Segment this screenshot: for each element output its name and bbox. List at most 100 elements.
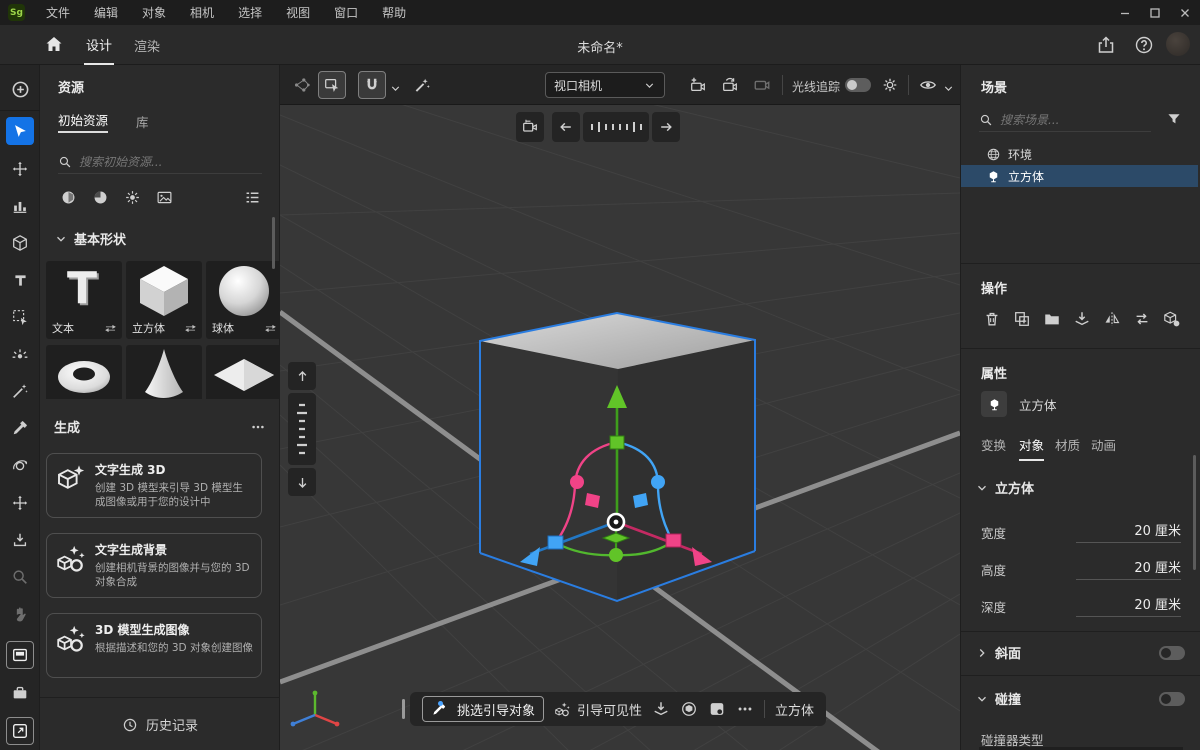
dolly-slider[interactable] xyxy=(288,393,316,465)
assets-search-input[interactable] xyxy=(79,155,229,169)
history-button[interactable]: 历史记录 xyxy=(40,715,280,734)
gizmo-rotate-handle-left[interactable] xyxy=(570,475,584,489)
shape-cube[interactable]: 立方体 xyxy=(126,261,202,339)
help-button[interactable] xyxy=(1134,34,1154,55)
card-text-to-background[interactable]: 文字生成背景 创建相机背景的图像并与您的 3D 对象合成 xyxy=(46,533,262,598)
camera-settings-button[interactable] xyxy=(748,71,776,99)
group-folder-icon[interactable] xyxy=(1043,310,1061,328)
snap-toggle[interactable] xyxy=(358,71,386,99)
menu-window[interactable]: 窗口 xyxy=(322,0,370,25)
scene-item-cube[interactable]: 立方体 xyxy=(961,165,1198,187)
drop-to-ground-icon[interactable] xyxy=(1073,310,1091,328)
scene-search-input[interactable] xyxy=(1000,113,1130,127)
property-object-chip[interactable]: 立方体 xyxy=(981,391,1057,417)
tab-transform[interactable]: 变换 xyxy=(981,435,1006,459)
eyedropper-tool[interactable] xyxy=(6,414,34,442)
shape-variant-icon[interactable] xyxy=(104,322,117,335)
viewport-canvas[interactable] xyxy=(280,105,960,750)
guide-visibility-button[interactable]: 引导可见性 xyxy=(554,700,642,719)
light-tool[interactable] xyxy=(6,340,34,368)
view-options-chevron[interactable] xyxy=(942,78,955,97)
render-preview-button[interactable] xyxy=(6,641,34,669)
section-cube[interactable]: 立方体 xyxy=(975,478,1034,497)
bottom-bar-handle[interactable] xyxy=(402,699,405,719)
gizmo-rotate-handle-bottom[interactable] xyxy=(609,548,623,562)
gizmo-y-scale-handle[interactable] xyxy=(610,436,624,449)
shape-text[interactable]: TT 文本 xyxy=(46,261,122,339)
pick-guide-object-button[interactable]: 挑选引导对象 xyxy=(422,696,544,722)
depth-field[interactable]: 20 厘米 xyxy=(1076,594,1181,617)
scene-item-environment[interactable]: 环境 xyxy=(961,143,1198,165)
maximize-button[interactable] xyxy=(1140,0,1170,25)
shape-torus[interactable] xyxy=(46,345,122,399)
duplicate-icon[interactable] xyxy=(1013,310,1031,328)
section-bevel[interactable]: 斜面 xyxy=(975,643,1185,662)
tab-render[interactable]: 渲染 xyxy=(132,25,162,65)
image-card-icon[interactable] xyxy=(708,700,726,718)
add-asset-button[interactable] xyxy=(6,75,34,103)
dolly-camera-tool[interactable] xyxy=(6,526,34,554)
add-camera-button[interactable] xyxy=(684,71,712,99)
view-options-eye-icon[interactable] xyxy=(914,71,942,99)
node-graph-icon[interactable] xyxy=(288,71,316,99)
height-field[interactable]: 20 厘米 xyxy=(1076,557,1181,580)
next-camera-button[interactable] xyxy=(652,112,680,142)
scene-filter-icon[interactable] xyxy=(1166,111,1182,127)
camera-dolly-ruler[interactable] xyxy=(583,112,649,142)
list-view-icon[interactable] xyxy=(244,189,261,206)
snap-options-chevron[interactable] xyxy=(389,78,402,97)
zoom-tool[interactable] xyxy=(6,563,34,591)
properties-scrollbar[interactable] xyxy=(1193,455,1196,570)
text-tool[interactable] xyxy=(6,266,34,294)
collision-toggle[interactable] xyxy=(1159,692,1185,706)
bevel-toggle[interactable] xyxy=(1159,646,1185,660)
dolly-down-button[interactable] xyxy=(288,468,316,496)
orbit-camera-tool[interactable] xyxy=(6,452,34,480)
shape-variant-icon[interactable] xyxy=(264,322,277,335)
mirror-icon[interactable] xyxy=(1103,310,1121,328)
environment-cube-icon[interactable] xyxy=(680,700,698,718)
marquee-select-tool[interactable] xyxy=(6,303,34,331)
filter-materials-icon[interactable] xyxy=(92,189,109,206)
viewport[interactable]: 视口相机 光线追踪 挑选引导对象 引导可见性 xyxy=(280,65,960,750)
menu-view[interactable]: 视图 xyxy=(274,0,322,25)
tab-starter-assets[interactable]: 初始资源 xyxy=(58,109,108,133)
hand-tool[interactable] xyxy=(6,600,34,628)
card-3d-to-image[interactable]: 3D 模型生成图像 根据描述和您的 3D 对象创建图像 xyxy=(46,613,262,678)
more-options-icon[interactable] xyxy=(736,700,754,718)
menu-edit[interactable]: 编辑 xyxy=(82,0,130,25)
section-basic-shapes[interactable]: 基本形状 xyxy=(54,229,126,248)
width-field[interactable]: 20 厘米 xyxy=(1076,520,1181,543)
select-tool[interactable] xyxy=(6,117,34,145)
shape-variant-icon[interactable] xyxy=(184,322,197,335)
section-collision[interactable]: 碰撞 xyxy=(975,689,1185,708)
export-button[interactable] xyxy=(6,717,34,745)
viewport-camera-select[interactable]: 视口相机 xyxy=(545,72,665,98)
emitter-tool-icon[interactable] xyxy=(408,71,436,99)
primitive-tool[interactable] xyxy=(6,229,34,257)
dolly-up-button[interactable] xyxy=(288,362,316,390)
menu-select[interactable]: 选择 xyxy=(226,0,274,25)
switch-camera-button[interactable] xyxy=(716,71,744,99)
card-text-to-3d[interactable]: 文字生成 3D 创建 3D 模型来引导 3D 模型生成图像或用于您的设计中 xyxy=(46,453,262,518)
filter-models-icon[interactable] xyxy=(60,189,77,206)
magic-wand-tool[interactable] xyxy=(6,377,34,405)
replace-icon[interactable] xyxy=(1133,310,1151,328)
delete-icon[interactable] xyxy=(983,310,1001,328)
generate-more-icon[interactable] xyxy=(250,419,266,435)
close-button[interactable] xyxy=(1170,0,1200,25)
tab-object[interactable]: 对象 xyxy=(1019,435,1044,461)
tab-library[interactable]: 库 xyxy=(136,109,149,133)
tab-animation[interactable]: 动画 xyxy=(1091,435,1116,459)
gizmo-x-scale-handle[interactable] xyxy=(548,536,563,549)
assets-scrollbar[interactable] xyxy=(272,217,275,269)
shape-sphere[interactable]: 球体 xyxy=(206,261,282,339)
filter-lights-icon[interactable] xyxy=(124,189,141,206)
gizmo-rotate-handle-right[interactable] xyxy=(651,475,665,489)
home-button[interactable] xyxy=(44,33,64,54)
pan-camera-tool[interactable] xyxy=(6,489,34,517)
shape-plane[interactable] xyxy=(206,345,280,399)
denoise-settings-icon[interactable] xyxy=(876,71,904,99)
share-button[interactable] xyxy=(1096,34,1116,55)
paint-object-icon[interactable] xyxy=(1163,310,1181,328)
